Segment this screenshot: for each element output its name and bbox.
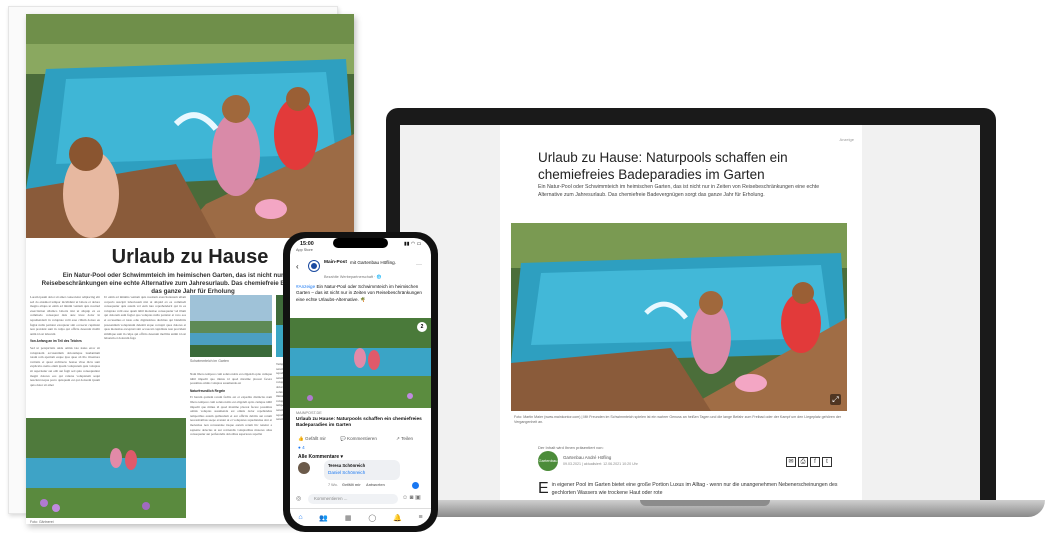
comment-button[interactable]: 💬 Kommentieren (340, 436, 377, 442)
expand-icon[interactable]: ⤢ (830, 394, 841, 405)
like-reaction-icon: ● (298, 445, 301, 450)
print-icon[interactable]: ⎙ (798, 457, 808, 467)
post-body: Ein Natur-Pool oder Schwimmteich im heim… (296, 284, 422, 302)
post-image[interactable]: 2 (290, 318, 431, 408)
link-domain: MAINPOST.DE (296, 411, 322, 415)
camera-icon[interactable]: ◎ (296, 495, 301, 502)
comment-icon: 💬 (340, 436, 346, 441)
share-button[interactable]: ↗ Teilen (396, 436, 413, 442)
phone-screen: 15:00 ▮▮ ◠ ▭ App Store ‹ Main-Post mit G… (290, 238, 431, 526)
dynamic-island (333, 238, 388, 248)
article-body: E in eigener Pool im Garten bietet eine … (538, 481, 838, 497)
link-title[interactable]: Urlaub zu Hause: Naturpools schaffen ein… (296, 417, 426, 429)
emoji-icons[interactable]: ☺ ◙ ▣ (402, 494, 421, 501)
article-intro: Ein Natur-Pool oder Schwimmteich im heim… (538, 184, 820, 198)
article-body-text: in eigener Pool im Garten bietet eine gr… (551, 482, 838, 496)
comment-label: Kommentieren (347, 436, 377, 441)
post-hashtag[interactable]: #Anzeige (296, 284, 315, 289)
laptop-notch (640, 500, 770, 506)
notifications-tab-icon[interactable]: 🔔 (393, 514, 402, 522)
status-time: 15:00 (300, 241, 314, 247)
reactions-count[interactable]: ● 4 (298, 445, 305, 450)
more-options-icon[interactable]: ··· (416, 262, 422, 268)
newspaper-column-3: Nam libero tempore cum soluta nobis est … (190, 372, 272, 437)
commenter-name[interactable]: Teresa Schönreich (328, 463, 365, 468)
newspaper-subhead: Von Anfang an im Teil des Teiches (30, 339, 82, 344)
menu-tab-icon[interactable]: ≡ (418, 514, 422, 521)
newspaper-photo-caption: Schwimmteich im Garten (190, 359, 229, 363)
palm-tree-icon: 🌴 (360, 296, 366, 302)
commenter-avatar[interactable] (298, 462, 310, 474)
status-icons: ▮▮ ◠ ▭ (404, 241, 422, 247)
laptop-base (380, 500, 1045, 517)
sponsor-date: 09.03.2021 | aktualisiert: 12.06.2021 10… (563, 462, 638, 466)
like-button[interactable]: 👍 Gefällt mir (298, 436, 326, 442)
friends-tab-icon[interactable]: 👥 (319, 514, 328, 522)
comment-input[interactable]: Kommentieren ... (308, 494, 398, 504)
newspaper-column-2: Ut enim ad minima veniam quis nostrum ex… (104, 295, 186, 341)
product-mockup-scene: Urlaub zu Hause Ein Natur-Pool oder Schw… (0, 0, 1061, 533)
pool-hero-photo (26, 14, 354, 238)
profile-tab-icon[interactable]: ◯ (368, 514, 376, 522)
page-avatar[interactable] (308, 260, 320, 272)
article-hero-image[interactable]: ⤢ (511, 223, 847, 411)
article-title: Urlaub zu Hause: Naturpools schaffen ein… (538, 150, 788, 182)
share-icon: ↗ (396, 436, 400, 441)
mail-icon[interactable]: ✉ (786, 457, 796, 467)
sponsor-label: Der Inhalt wird Ihnen präsentiert von: (538, 445, 604, 450)
share-toolbar: ✉ ⎙ f t (786, 457, 832, 467)
newspaper-photo-caption-2: Foto: Gärtnerei (30, 520, 54, 524)
comment-mention[interactable]: Daniel Schönreich (328, 470, 365, 475)
web-article: Anzeige Urlaub zu Hause: Naturpools scha… (500, 125, 862, 503)
thumbs-up-icon: 👍 (298, 436, 304, 441)
sponsor-logo[interactable]: Gartenbau (538, 451, 558, 471)
ad-label: Anzeige (839, 137, 854, 142)
comment-reply-link[interactable]: Antworten (366, 483, 385, 487)
like-label: Gefällt mir (305, 436, 326, 441)
reactions-count-label: 4 (302, 445, 305, 450)
newspaper-photo-pond (190, 295, 272, 357)
sponsor-name[interactable]: Gartenbau André Höfling (563, 455, 611, 460)
twitter-icon[interactable]: t (822, 457, 832, 467)
back-chevron-icon[interactable]: ‹ (296, 262, 299, 271)
comment-time: 7 Wo. (328, 483, 338, 487)
home-tab-icon[interactable]: ⌂ (298, 514, 302, 521)
share-label: Teilen (401, 436, 414, 441)
post-text: #Anzeige Ein Natur-Pool oder Schwimmteic… (296, 284, 426, 303)
comment-like-link[interactable]: Gefällt mir (342, 483, 361, 487)
newspaper-photo-kids-in-pond (26, 418, 186, 518)
bottom-tab-bar: ⌂ 👥 ▦ ◯ 🔔 ≡ (290, 508, 431, 526)
newspaper-column-1: Lorem ipsum dolor sit amet consectetur a… (30, 295, 100, 387)
image-caption: Foto: Martin Maier (www.mainkontor.com) … (514, 415, 842, 424)
dropcap: E (538, 480, 549, 497)
laptop-display: Anzeige Urlaub zu Hause: Naturpools scha… (400, 125, 980, 503)
marketplace-tab-icon[interactable]: ▦ (345, 514, 352, 522)
comment-like-badge (412, 482, 419, 489)
partnership-label: Bezahlte Werbepartnerschaft · 🌐 (324, 275, 382, 279)
with-text: mit Gartenbau Höfling. (350, 260, 396, 265)
page-name[interactable]: Main-Post (324, 260, 347, 265)
photo-counter: 2 (417, 322, 427, 332)
back-to-app-store[interactable]: App Store (296, 248, 313, 252)
facebook-icon[interactable]: f (810, 457, 820, 467)
newspaper-subhead-2: Naturfreundlich Regeln (190, 388, 226, 393)
